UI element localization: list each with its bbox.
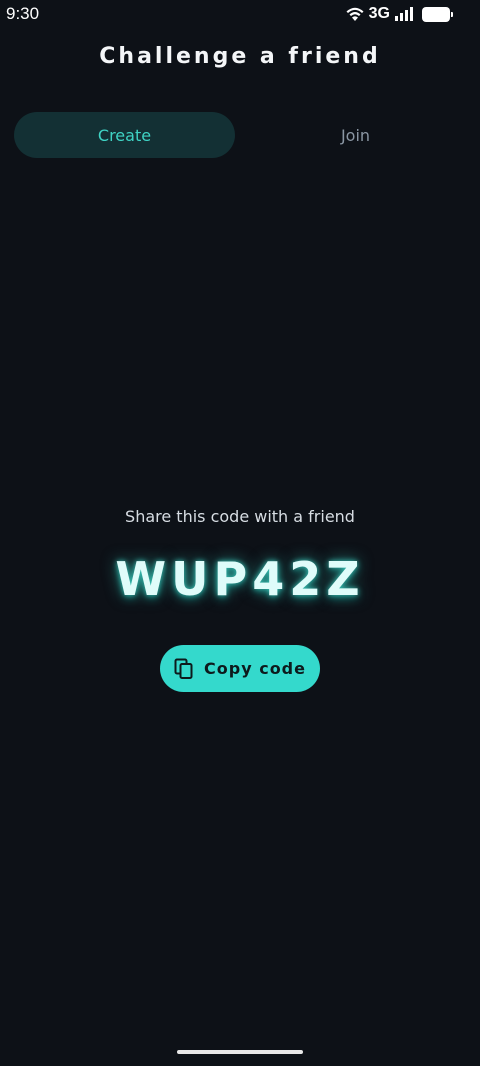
status-bar: 9:30 3G <box>0 0 480 28</box>
battery-icon <box>422 6 453 22</box>
challenge-code: WUP42Z <box>115 552 365 606</box>
status-icons: 3G <box>345 4 453 24</box>
mode-tabs: Create Join <box>14 112 466 158</box>
home-indicator[interactable] <box>177 1050 303 1054</box>
copy-icon <box>174 658 193 679</box>
copy-code-label: Copy code <box>204 659 306 678</box>
status-time: 9:30 <box>6 4 40 23</box>
signal-icon <box>395 7 413 21</box>
wifi-icon <box>346 7 364 21</box>
share-instructions: Share this code with a friend <box>125 507 355 526</box>
tab-create[interactable]: Create <box>14 112 235 158</box>
challenge-screen: 9:30 3G Challenge a friend Create Join S… <box>0 0 480 1066</box>
copy-code-button[interactable]: Copy code <box>160 645 320 692</box>
page-title: Challenge a friend <box>99 44 381 69</box>
network-type: 3G <box>368 5 390 22</box>
tab-join[interactable]: Join <box>245 112 466 158</box>
